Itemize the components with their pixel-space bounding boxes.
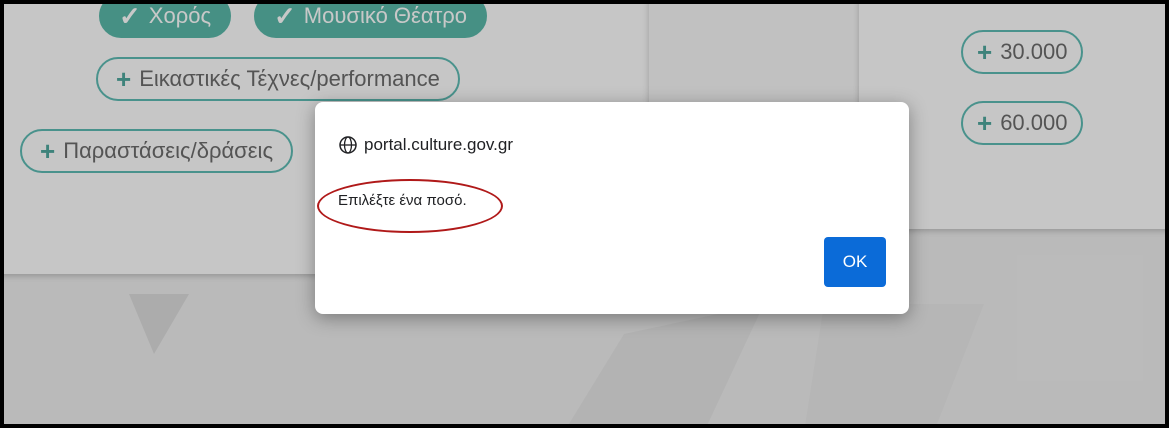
- screenshot-frame: ✓ Χορός ✓ Μουσικό Θέατρο + Εικαστικές Τέ…: [0, 0, 1169, 428]
- dialog-origin: portal.culture.gov.gr: [338, 135, 513, 155]
- ok-button[interactable]: OK: [824, 237, 886, 287]
- dialog-origin-text: portal.culture.gov.gr: [364, 135, 513, 154]
- globe-icon: [339, 136, 357, 154]
- annotation-circle: [317, 179, 503, 233]
